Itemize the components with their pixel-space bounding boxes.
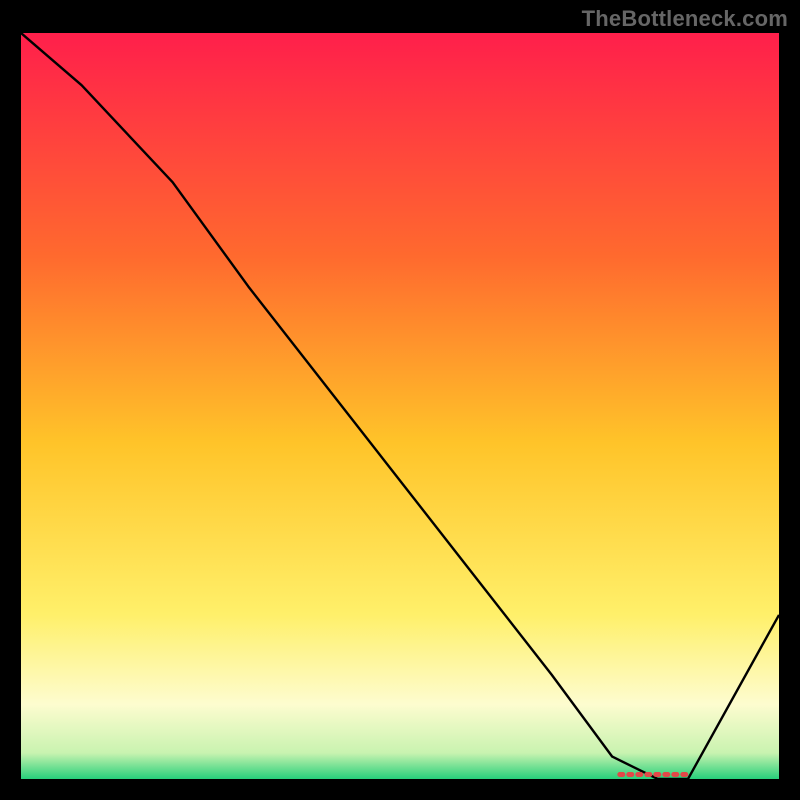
chart-svg [21, 33, 779, 779]
plot-frame [18, 30, 782, 782]
gradient-background [21, 33, 779, 779]
watermark: TheBottleneck.com [582, 6, 788, 32]
chart-stage: TheBottleneck.com [0, 0, 800, 800]
